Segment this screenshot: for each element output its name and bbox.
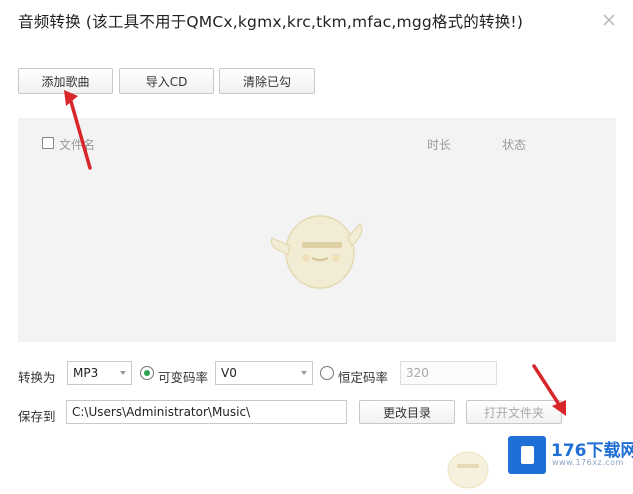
mascot-icon	[447, 451, 489, 489]
import-cd-button[interactable]: 导入CD	[119, 68, 214, 94]
column-duration[interactable]: 时长	[427, 136, 451, 153]
mascot-icon	[270, 215, 363, 289]
vbr-label[interactable]: 可变码率	[158, 367, 208, 386]
cbr-radio[interactable]	[320, 366, 334, 380]
watermark-url: www.176xz.com	[552, 458, 624, 467]
column-status[interactable]: 状态	[502, 136, 526, 153]
format-value: MP3	[73, 366, 99, 380]
file-list-panel[interactable]	[18, 118, 616, 342]
close-icon[interactable]	[601, 12, 617, 28]
clear-checked-button[interactable]: 清除已勾	[219, 68, 315, 94]
window-title: 音频转换 (该工具不用于QMCx,kgmx,krc,tkm,mfac,mgg格式…	[18, 13, 524, 31]
watermark-logo: 176下载网 www.176xz.com	[508, 434, 633, 476]
cbr-input[interactable]: 320	[400, 361, 497, 385]
vbr-select[interactable]: V0	[215, 361, 313, 385]
annotation-arrow-icon	[64, 90, 92, 170]
vbr-value: V0	[221, 366, 237, 380]
change-dir-button[interactable]: 更改目录	[359, 400, 455, 424]
format-select[interactable]: MP3	[67, 361, 132, 385]
chevron-down-icon	[301, 371, 307, 375]
annotation-arrow-icon	[532, 364, 566, 416]
save-path-input[interactable]: C:\Users\Administrator\Music\	[66, 400, 347, 424]
convert-to-label: 转换为	[18, 370, 56, 385]
chevron-down-icon	[120, 371, 126, 375]
phone-icon	[508, 436, 546, 474]
save-to-label: 保存到	[18, 409, 56, 424]
select-all-checkbox[interactable]	[42, 137, 54, 149]
vbr-radio[interactable]	[140, 366, 154, 380]
cbr-label[interactable]: 恒定码率	[338, 367, 388, 386]
